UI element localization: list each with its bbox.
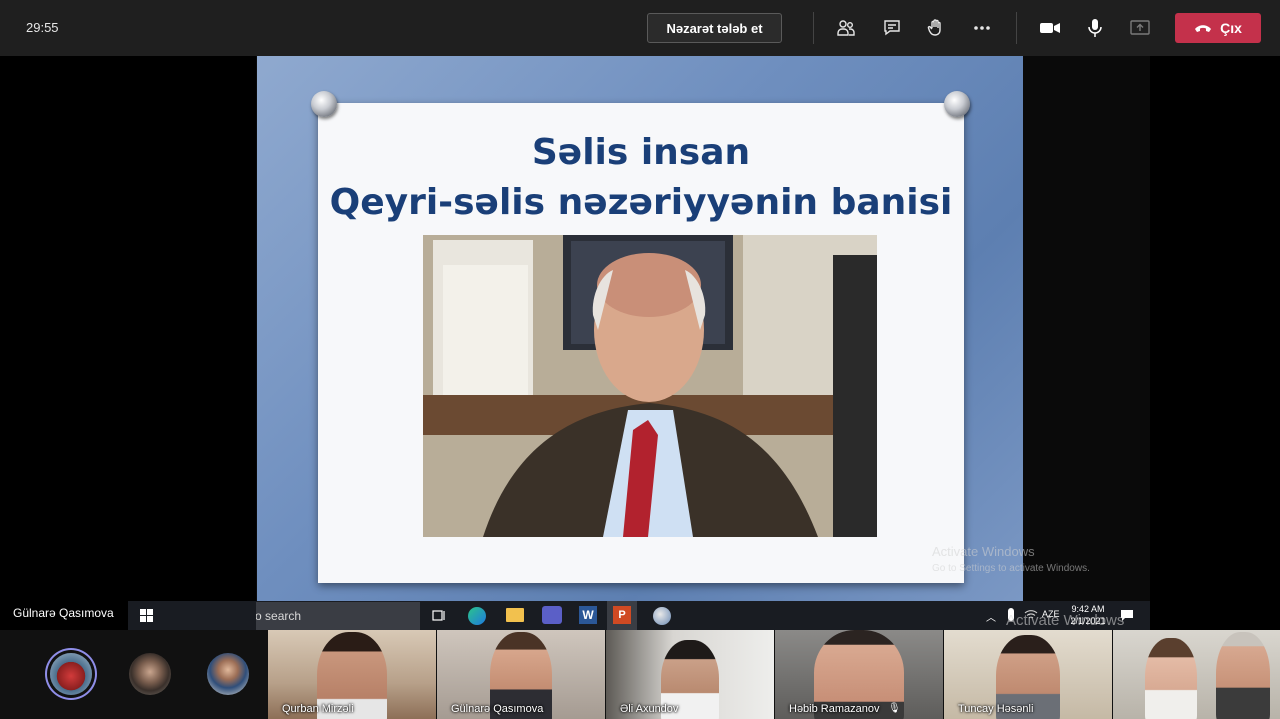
participant-name: Gülnarə Qasımova	[451, 703, 544, 715]
leave-label: Çıx	[1220, 20, 1242, 36]
leave-call-button[interactable]: Çıx	[1175, 13, 1261, 43]
powerpoint-icon: P	[613, 606, 631, 624]
camera-icon[interactable]	[1036, 14, 1064, 42]
shared-screen: Səlis insan Qeyri-səlis nəzəriyyənin ban…	[256, 56, 1150, 630]
participant-video-tile[interactable]	[1113, 630, 1280, 719]
teams-meeting-window: 29:55 Nəzarət tələb et Çıx Səlis insan Q…	[0, 0, 1280, 719]
shared-screen-stage: Səlis insan Qeyri-səlis nəzəriyyənin ban…	[0, 56, 1280, 630]
participant-name: Əli Axundov	[620, 703, 679, 715]
participant-video-tile[interactable]: Qurban Mirzəli	[268, 630, 436, 719]
search-placeholder: Type here to search	[256, 609, 302, 623]
participant-avatar[interactable]	[207, 653, 249, 695]
participant-name: Həbib Ramazanov	[789, 703, 880, 715]
divider	[813, 12, 814, 44]
participant-video-tile[interactable]: Həbib Ramazanov 🎙	[775, 630, 943, 719]
slide-title-line1: Səlis insan	[531, 132, 751, 173]
participant-video	[1216, 632, 1271, 719]
call-timer: 29:55	[26, 20, 59, 35]
muted-microphone-icon: 🎙	[888, 703, 901, 714]
participant-video-tile[interactable]: Gülnarə Qasımova	[437, 630, 605, 719]
divider	[1016, 12, 1017, 44]
participant-video-tile[interactable]: Əli Axundov	[606, 630, 774, 719]
powerpoint-active-tab[interactable]: P	[607, 601, 637, 630]
slide-title: Səlis insan Qeyri-səlis nəzəriyyənin ban…	[257, 128, 1025, 228]
activate-windows-watermark: Activate Windows Go to Settings to activ…	[932, 544, 1090, 574]
participant-video	[1145, 638, 1198, 719]
microphone-icon[interactable]	[1081, 14, 1109, 42]
raise-hand-icon[interactable]	[922, 14, 950, 42]
taskbar-left-extension	[128, 601, 256, 630]
tray-chevron-icon[interactable]: ︿	[986, 609, 996, 624]
more-options-icon[interactable]	[968, 14, 996, 42]
pushpin-icon	[311, 91, 337, 117]
watermark-line2: Go to Settings to activate Windows.	[932, 563, 1090, 574]
presenter-name: Gülnarə Qasımova	[13, 606, 114, 620]
call-control-bar: 29:55 Nəzarət tələb et Çıx	[0, 0, 1280, 56]
hang-up-icon	[1195, 25, 1212, 32]
participants-icon[interactable]	[832, 14, 860, 42]
host-watermark-line1: Activate Windows	[1006, 612, 1125, 629]
slide-title-line2: Qeyri-səlis nəzəriyyənin banisi	[329, 182, 953, 223]
app-icon[interactable]	[653, 607, 671, 625]
pushpin-icon	[944, 91, 970, 117]
participant-avatar[interactable]	[129, 653, 171, 695]
presentation-slide: Səlis insan Qeyri-səlis nəzəriyyənin ban…	[257, 56, 1023, 601]
participant-name: Tuncay Həsənli	[958, 703, 1034, 715]
participant-name: Qurban Mirzəli	[282, 703, 354, 715]
task-view-icon[interactable]	[432, 609, 446, 627]
windows-search-box[interactable]: Type here to search	[256, 602, 420, 630]
teams-icon[interactable]	[542, 606, 562, 624]
file-explorer-icon[interactable]	[506, 608, 524, 622]
chat-icon[interactable]	[878, 14, 906, 42]
watermark-line1: Activate Windows	[932, 544, 1035, 559]
portrait-photo	[423, 235, 877, 537]
edge-browser-icon[interactable]	[468, 607, 486, 625]
word-icon[interactable]: W	[579, 606, 597, 624]
share-screen-icon[interactable]	[1126, 14, 1154, 42]
participant-video-tile[interactable]: Tuncay Həsənli	[944, 630, 1112, 719]
request-control-button[interactable]: Nəzarət tələb et	[647, 13, 782, 43]
activate-windows-watermark-host: Activate Windows	[1006, 612, 1124, 629]
participant-avatar-active[interactable]	[50, 653, 92, 695]
windows-start-icon-left[interactable]	[140, 609, 153, 627]
